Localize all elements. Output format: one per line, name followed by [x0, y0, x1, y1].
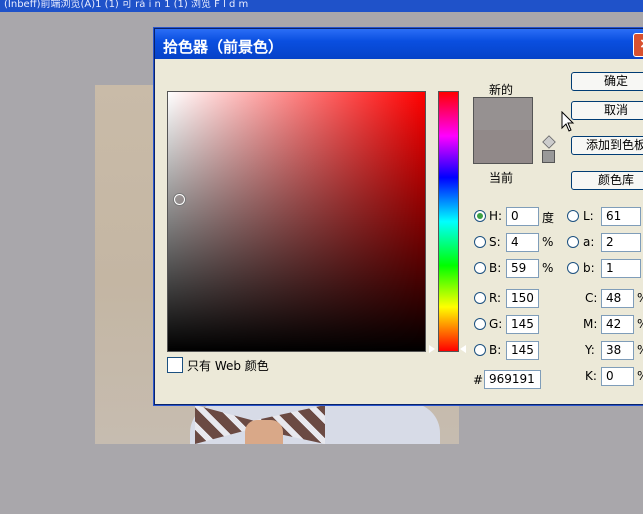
hex-label: #: [473, 373, 484, 387]
cyan-input[interactable]: 48: [601, 289, 634, 308]
saturation-radio[interactable]: [474, 236, 486, 248]
current-color-label: 当前: [489, 171, 514, 185]
lab-b-label: b:: [583, 261, 595, 275]
brightness-gradient: [168, 92, 425, 351]
brightness-label: B:: [489, 261, 502, 275]
black-input[interactable]: 0: [601, 367, 634, 386]
red-label: R:: [489, 291, 502, 305]
cube-icon[interactable]: [542, 135, 556, 149]
close-button[interactable]: ×: [633, 33, 643, 57]
hue-label: H:: [489, 209, 503, 223]
lab-l-input[interactable]: 61: [601, 207, 641, 226]
cyan-unit: %: [637, 291, 643, 305]
magenta-input[interactable]: 42: [601, 315, 634, 334]
color-libraries-button[interactable]: 颜色库: [571, 171, 643, 190]
current-color-swatch[interactable]: [473, 130, 533, 164]
lab-b-radio[interactable]: [567, 262, 579, 274]
saturation-unit: %: [542, 235, 554, 249]
hue-slider[interactable]: [438, 91, 459, 352]
saturation-label: S:: [489, 235, 501, 249]
black-label: K:: [585, 369, 597, 383]
web-safe-swatch[interactable]: [542, 150, 555, 163]
magenta-label: M:: [583, 317, 598, 331]
green-input[interactable]: 145: [506, 315, 539, 334]
cyan-label: C:: [585, 291, 598, 305]
new-color-swatch: [473, 97, 533, 131]
dialog-titlebar[interactable]: 拾色器（前景色） ×: [155, 29, 643, 59]
blue-radio[interactable]: [474, 344, 486, 356]
color-picker-dialog: 拾色器（前景色） × 只有 Web 颜色 新的 当前 确定 取消 添加到色板 颜…: [154, 28, 643, 405]
add-to-swatches-button[interactable]: 添加到色板: [571, 136, 643, 155]
cursor-icon: [561, 111, 575, 132]
lab-a-radio[interactable]: [567, 236, 579, 248]
hand-shape: [245, 420, 283, 444]
red-input[interactable]: 150: [506, 289, 539, 308]
window-title-bar: (Inbeff)前端浏览(A)1 (1) 可 rà i n 1 (1) 浏览 F…: [0, 0, 643, 12]
lab-l-label: L:: [583, 209, 594, 223]
black-unit: %: [637, 369, 643, 383]
lab-a-input[interactable]: 2: [601, 233, 641, 252]
cancel-button[interactable]: 取消: [571, 101, 643, 120]
magenta-unit: %: [637, 317, 643, 331]
color-picker-circle[interactable]: [174, 194, 185, 205]
hue-input[interactable]: 0: [506, 207, 539, 226]
hue-radio[interactable]: [474, 210, 486, 222]
brightness-radio[interactable]: [474, 262, 486, 274]
brightness-input[interactable]: 59: [506, 259, 539, 278]
web-only-option[interactable]: 只有 Web 颜色: [167, 357, 269, 373]
lab-l-radio[interactable]: [567, 210, 579, 222]
hue-unit: 度: [542, 211, 555, 225]
new-color-label: 新的: [489, 83, 514, 97]
ok-button[interactable]: 确定: [571, 72, 643, 91]
yellow-input[interactable]: 38: [601, 341, 634, 360]
brightness-unit: %: [542, 261, 554, 275]
window-title: (Inbeff)前端浏览(A)1 (1) 可 rà i n 1 (1) 浏览 F…: [4, 0, 249, 10]
yellow-label: Y:: [585, 343, 595, 357]
lab-b-input[interactable]: 1: [601, 259, 641, 278]
saturation-input[interactable]: 4: [506, 233, 539, 252]
blue-label: B:: [489, 343, 502, 357]
web-only-checkbox[interactable]: [167, 357, 183, 373]
hue-slider-left-arrow-icon[interactable]: [429, 345, 435, 353]
green-label: G:: [489, 317, 503, 331]
lab-a-label: a:: [583, 235, 595, 249]
hex-input[interactable]: 969191: [484, 370, 541, 389]
dialog-title: 拾色器（前景色）: [163, 38, 284, 56]
blue-input[interactable]: 145: [506, 341, 539, 360]
color-field[interactable]: [167, 91, 426, 352]
hue-slider-right-arrow-icon[interactable]: [460, 345, 466, 353]
web-only-label: 只有 Web 颜色: [187, 358, 269, 373]
green-radio[interactable]: [474, 318, 486, 330]
yellow-unit: %: [637, 343, 643, 357]
red-radio[interactable]: [474, 292, 486, 304]
